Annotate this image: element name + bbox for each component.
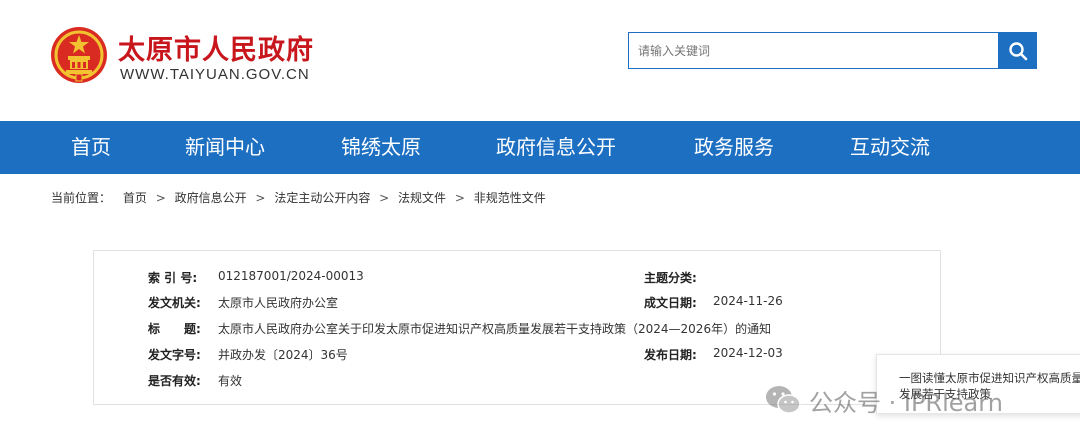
nav-item-taiyuan[interactable]: 锦绣太原 xyxy=(341,121,421,174)
main-nav: 首页 新闻中心 锦绣太原 政府信息公开 政务服务 互动交流 xyxy=(0,121,1080,174)
page: 太原市人民政府 WWW.TAIYUAN.GOV.CN 首页 新闻中心 锦绣太原 … xyxy=(0,0,1080,440)
breadcrumb-public-content[interactable]: 法定主动公开内容 xyxy=(274,189,370,206)
search-input[interactable] xyxy=(628,32,998,69)
publish-date-value: 2024-12-03 xyxy=(713,346,783,360)
topic-label: 主题分类: xyxy=(644,271,697,285)
index-label: 索 引 号: xyxy=(148,271,198,285)
wechat-icon xyxy=(766,386,801,414)
doc-number-label: 发文字号: xyxy=(148,348,201,362)
breadcrumb-separator: > xyxy=(155,191,166,205)
site-url[interactable]: WWW.TAIYUAN.GOV.CN xyxy=(120,66,310,83)
search-icon xyxy=(1008,41,1027,60)
breadcrumb-prefix: 当前位置： xyxy=(51,191,112,205)
nav-item-services[interactable]: 政务服务 xyxy=(694,121,774,174)
title-label: 标 题: xyxy=(148,322,201,336)
index-value: 012187001/2024-00013 xyxy=(218,269,364,283)
issuer-value: 太原市人民政府办公室 xyxy=(218,296,339,310)
breadcrumb-home[interactable]: 首页 xyxy=(123,189,147,206)
title-value: 太原市人民政府办公室关于印发太原市促进知识产权高质量发展若干支持政策（2024—… xyxy=(218,322,772,336)
breadcrumb-regulations[interactable]: 法规文件 xyxy=(398,189,446,206)
breadcrumb-separator: > xyxy=(454,191,465,205)
issuer-label: 发文机关: xyxy=(148,296,201,310)
nav-item-news[interactable]: 新闻中心 xyxy=(185,121,265,174)
doc-number-value: 并政办发〔2024〕36号 xyxy=(218,348,348,362)
breadcrumb-separator: > xyxy=(379,191,390,205)
nav-item-home[interactable]: 首页 xyxy=(71,121,111,174)
nav-item-interaction[interactable]: 互动交流 xyxy=(850,121,930,174)
breadcrumb: 当前位置： 首页 > 政府信息公开 > 法定主动公开内容 > 法规文件 > 非规… xyxy=(51,189,546,206)
site-title[interactable]: 太原市人民政府 xyxy=(118,28,314,67)
wechat-watermark: 公众号 · IPRlearn xyxy=(765,382,1003,418)
search-button[interactable] xyxy=(998,32,1037,69)
watermark-text: 公众号 · IPRlearn xyxy=(809,388,1003,417)
site-header: 太原市人民政府 WWW.TAIYUAN.GOV.CN xyxy=(0,0,1080,120)
validity-label: 是否有效: xyxy=(148,374,201,388)
breadcrumb-non-normative[interactable]: 非规范性文件 xyxy=(474,189,546,206)
date-created-value: 2024-11-26 xyxy=(713,294,783,308)
date-created-label: 成文日期: xyxy=(644,296,697,310)
national-emblem-icon xyxy=(51,27,107,83)
validity-value: 有效 xyxy=(218,374,243,388)
publish-date-label: 发布日期: xyxy=(644,348,697,362)
breadcrumb-separator: > xyxy=(255,191,266,205)
breadcrumb-gov-info[interactable]: 政府信息公开 xyxy=(175,189,247,206)
nav-item-gov-info[interactable]: 政府信息公开 xyxy=(496,121,616,174)
